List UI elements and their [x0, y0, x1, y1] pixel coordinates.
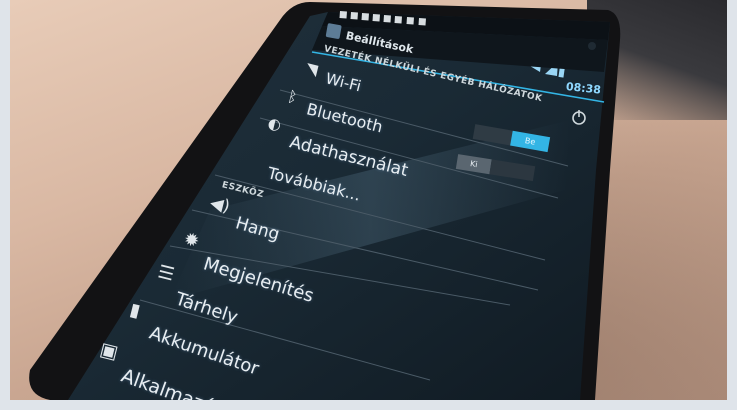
photo-frame: Beállítások 08:38 VEZETÉK NÉLKÜLI ÉS EGY…	[10, 0, 727, 400]
settings-icon	[325, 23, 342, 39]
front-camera	[588, 42, 596, 50]
